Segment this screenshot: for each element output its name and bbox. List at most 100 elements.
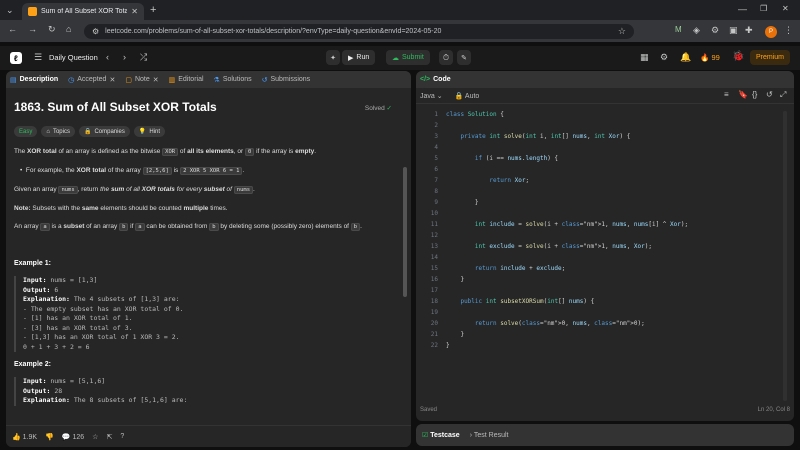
site-info-icon[interactable]: ⚙ [92, 27, 99, 36]
extension-settings-icon[interactable]: ⚙ [711, 25, 719, 36]
timer-icon[interactable]: ⏱ [439, 50, 453, 65]
close-icon[interactable]: ✕ [109, 76, 115, 84]
code-line[interactable]: 8 [416, 186, 786, 197]
comment-icon: 💬 [61, 433, 71, 441]
tab-accepted[interactable]: ◷ Accepted ✕ [68, 76, 115, 84]
run-button[interactable]: ▶ Run [342, 50, 376, 65]
autocomplete-toggle[interactable]: 🔒 Auto [455, 92, 480, 100]
code-line[interactable]: 17 [416, 285, 786, 296]
prev-problem-icon[interactable]: ‹ [106, 52, 109, 62]
profile-avatar-icon[interactable]: P [765, 26, 777, 38]
code-line[interactable]: 21 } [416, 329, 786, 340]
code-line[interactable]: 4 [416, 142, 786, 153]
editor-scrollbar[interactable] [783, 111, 787, 401]
share-button[interactable]: ⇱ [106, 433, 112, 441]
tab-editorial[interactable]: ▥ Editorial [169, 76, 204, 84]
restore-icon[interactable]: ❐ [760, 4, 767, 13]
bookmark-icon[interactable]: 🔖 [738, 90, 748, 99]
code-line[interactable]: 1 class Solution { [416, 109, 786, 120]
code-line[interactable]: 12 [416, 230, 786, 241]
code-line[interactable]: 11 int include = solve(i + class="nm">1,… [416, 219, 786, 230]
tab-code[interactable]: </> Code [420, 76, 451, 83]
tab-test-result[interactable]: › Test Result [470, 432, 509, 439]
forward-icon[interactable]: → [28, 24, 37, 34]
like-button[interactable]: 👍 1.9K [12, 433, 37, 441]
code-text: return include + exclude; [474, 265, 566, 272]
random-problem-icon[interactable]: ⤮ [140, 52, 147, 63]
code-text: return solve(class="nm">0, nums, class="… [474, 320, 645, 327]
line-number: 22 [430, 342, 438, 349]
topics-chip[interactable]: ⌂ Topics [41, 126, 75, 137]
favorite-button[interactable]: ☆ [92, 433, 98, 441]
code-line[interactable]: 10 [416, 208, 786, 219]
code-line[interactable]: 22} [416, 340, 786, 351]
hint-chip[interactable]: 💡 Hint [133, 126, 165, 137]
braces-icon[interactable]: {} [752, 90, 757, 99]
tab-description[interactable]: ▤ Description [10, 76, 58, 84]
tab-submissions[interactable]: ↺ Submissions [262, 76, 311, 84]
extension-a-icon[interactable]: ◈ [693, 25, 700, 36]
code-line[interactable]: 2 [416, 120, 786, 131]
code-line[interactable]: 5 if (i == nums.length) { [416, 153, 786, 164]
tab-testcase[interactable]: ☑ Testcase [422, 431, 460, 439]
tab-note[interactable]: ▢ Note ✕ [125, 76, 158, 84]
language-select[interactable]: Java ⌄ [420, 92, 443, 100]
flask-icon: ⚗ [213, 76, 220, 84]
line-number: 7 [434, 177, 438, 184]
description-scrollbar[interactable] [403, 167, 407, 297]
example-1-box: Input: nums = [1,3] Output: 6 Explanatio… [14, 276, 394, 352]
dislike-button[interactable]: 👎 [45, 433, 54, 441]
fullscreen-icon[interactable]: ⤢ [780, 90, 786, 100]
premium-button[interactable]: Premium [750, 50, 791, 65]
close-window-icon[interactable]: ✕ [782, 4, 789, 13]
reload-icon[interactable]: ↻ [48, 24, 56, 35]
problem-footer: 👍 1.9K 👎 💬 126 ☆ ⇱ ? [6, 425, 411, 447]
bullet-example: • For example, the XOR total of the arra… [20, 167, 245, 175]
new-tab-icon[interactable]: + [150, 4, 156, 16]
submit-button[interactable]: ☁ Submit [386, 50, 430, 65]
address-bar[interactable]: ⚙ leetcode.com/problems/sum-of-all-subse… [84, 24, 634, 39]
extension-clip-icon[interactable]: ▣ [729, 25, 738, 36]
code-line[interactable]: 6 [416, 164, 786, 175]
problem-list-icon[interactable]: ☰ [34, 52, 42, 63]
home-icon[interactable]: ⌂ [66, 24, 71, 34]
next-problem-icon[interactable]: › [123, 52, 126, 62]
extension-m-icon[interactable]: M [675, 25, 682, 34]
tab-solutions[interactable]: ⚗ Solutions [214, 76, 252, 84]
avatar[interactable]: 🐞 [732, 51, 744, 62]
code-line[interactable]: 16 } [416, 274, 786, 285]
extensions-puzzle-icon[interactable]: ✚ [745, 25, 753, 36]
notifications-icon[interactable]: 🔔 [680, 52, 691, 63]
streak-counter[interactable]: 🔥 99 [700, 53, 720, 62]
tab-strip: ⌄ Sum of All Subset XOR Totals ✕ + — ❐ ✕ [0, 0, 800, 20]
code-line[interactable]: 9 } [416, 197, 786, 208]
minimize-icon[interactable]: — [738, 4, 747, 14]
close-icon[interactable]: ✕ [153, 76, 159, 84]
back-icon[interactable]: ← [8, 24, 17, 34]
code-line[interactable]: 20 return solve(class="nm">0, nums, clas… [416, 318, 786, 329]
tab-search-icon[interactable]: ⌄ [6, 5, 14, 16]
code-line[interactable]: 3 private int solve(int i, int[] nums, i… [416, 131, 786, 142]
daily-question-link[interactable]: Daily Question [49, 53, 98, 62]
code-line[interactable]: 13 int exclude = solve(i + class="nm">1,… [416, 241, 786, 252]
browser-menu-icon[interactable]: ⋮ [784, 25, 793, 36]
help-button[interactable]: ? [120, 433, 124, 440]
reset-icon[interactable]: ↺ [766, 90, 773, 99]
code-line[interactable]: 7 return Xor; [416, 175, 786, 186]
code-line[interactable]: 14 [416, 252, 786, 263]
browser-tab[interactable]: Sum of All Subset XOR Totals ✕ [22, 3, 144, 20]
debug-icon[interactable]: ✦ [326, 50, 340, 65]
leetcode-logo-icon[interactable]: ℓ [10, 52, 22, 64]
comments-button[interactable]: 💬 126 [62, 433, 84, 441]
settings-icon[interactable]: ⚙ [660, 52, 668, 63]
companies-chip[interactable]: 🔒 Companies [78, 126, 130, 137]
code-line[interactable]: 18 public int subsetXORSum(int[] nums) { [416, 296, 786, 307]
format-icon[interactable]: ≡ [724, 90, 729, 99]
code-editor[interactable]: 1 class Solution {2 3 private int solve(in… [416, 109, 794, 399]
code-line[interactable]: 15 return include + exclude; [416, 263, 786, 274]
close-tab-icon[interactable]: ✕ [131, 7, 138, 16]
notes-icon[interactable]: ✎ [457, 50, 471, 65]
code-line[interactable]: 19 [416, 307, 786, 318]
layout-icon[interactable]: ▦ [640, 52, 649, 63]
bookmark-star-icon[interactable]: ☆ [618, 26, 626, 37]
